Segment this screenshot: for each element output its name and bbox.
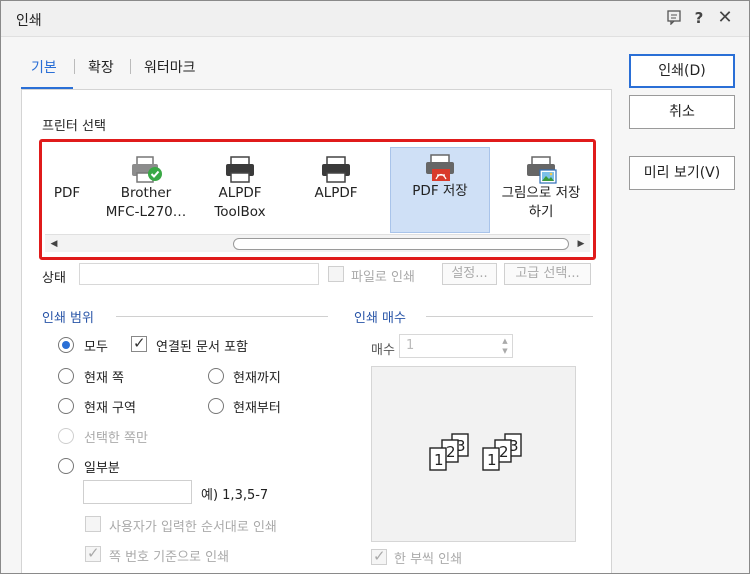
scroll-left-icon[interactable]: ◀ bbox=[45, 236, 63, 252]
section-divider bbox=[116, 316, 328, 317]
range-current-page-label: 현재 쪽 bbox=[84, 371, 125, 386]
printer-item-save-image[interactable]: 그림으로 저장 하기 bbox=[491, 150, 590, 233]
close-icon[interactable]: ✕ bbox=[716, 9, 734, 27]
svg-text:2: 2 bbox=[446, 443, 456, 461]
svg-text:2: 2 bbox=[499, 443, 509, 461]
copies-title: 인쇄 매수 bbox=[354, 311, 406, 326]
print-button[interactable]: 인쇄(D) bbox=[629, 54, 735, 88]
collate-pages-icon: 3 2 1 3 2 1 bbox=[429, 433, 522, 471]
printer-item-alpdf[interactable]: ALPDF bbox=[287, 150, 385, 233]
collate-preview: 3 2 1 3 2 1 bbox=[371, 366, 576, 542]
advanced-options-button[interactable]: 고급 선택... bbox=[504, 263, 591, 285]
settings-button[interactable]: 설정... bbox=[442, 263, 497, 285]
range-current-section-radio[interactable] bbox=[58, 398, 74, 414]
tab-separator bbox=[74, 59, 75, 74]
printer-check-icon bbox=[129, 156, 163, 183]
user-order-label: 사용자가 입력한 순서대로 인쇄 bbox=[109, 520, 277, 535]
print-dialog: 인쇄 ? ✕ 기본 확장 워터마크 프린터 선택 PDF Brother MFC… bbox=[0, 0, 750, 574]
range-partial-label: 일부분 bbox=[84, 461, 120, 476]
partial-range-input[interactable] bbox=[83, 480, 192, 504]
printer-select-label: 프린터 선택 bbox=[42, 119, 106, 134]
collate-checkbox[interactable] bbox=[371, 547, 387, 565]
printer-name: PDF bbox=[53, 185, 81, 201]
tab-watermark[interactable]: 워터마크 bbox=[144, 57, 196, 77]
range-current-page-radio[interactable] bbox=[58, 368, 74, 384]
range-up-to-current-radio[interactable] bbox=[208, 368, 224, 384]
printer-icon bbox=[223, 156, 257, 183]
printer-list[interactable]: PDF Brother MFC-L270… ALPDF ToolBox ALPD… bbox=[45, 145, 590, 233]
printer-image-icon bbox=[524, 156, 558, 184]
status-label: 상태 bbox=[42, 271, 66, 286]
range-partial-radio[interactable] bbox=[58, 458, 74, 474]
printer-icon bbox=[45, 156, 71, 182]
page-number-basis-checkbox[interactable] bbox=[85, 544, 101, 562]
svg-text:1: 1 bbox=[434, 451, 444, 469]
tab-separator bbox=[130, 59, 131, 74]
preview-button[interactable]: 미리 보기(V) bbox=[629, 156, 735, 190]
page-number-basis-label: 쪽 번호 기준으로 인쇄 bbox=[109, 550, 230, 565]
scrollbar-thumb[interactable] bbox=[233, 238, 569, 250]
tab-basic[interactable]: 기본 bbox=[31, 57, 57, 77]
print-to-file-checkbox[interactable] bbox=[328, 266, 344, 282]
title-bar: 인쇄 ? ✕ bbox=[1, 1, 749, 37]
printer-list-box[interactable]: PDF Brother MFC-L270… ALPDF ToolBox ALPD… bbox=[39, 139, 596, 260]
range-all-label: 모두 bbox=[84, 340, 108, 355]
printer-name: PDF 저장 bbox=[412, 183, 468, 199]
copies-label: 매수 bbox=[371, 343, 395, 358]
tab-extended[interactable]: 확장 bbox=[88, 57, 114, 77]
chat-icon[interactable] bbox=[665, 9, 683, 27]
include-linked-checkbox[interactable] bbox=[131, 334, 147, 352]
range-from-current-radio[interactable] bbox=[208, 398, 224, 414]
copies-spinner[interactable]: 1 ▲ ▼ bbox=[399, 334, 513, 358]
printer-name-line2: 하기 bbox=[528, 204, 554, 220]
printer-item-pdf-save[interactable]: PDF 저장 bbox=[390, 147, 490, 233]
printer-pdf-icon bbox=[423, 154, 457, 181]
range-up-to-current-label: 현재까지 bbox=[233, 371, 281, 386]
section-divider bbox=[426, 316, 593, 317]
printer-item-brother[interactable]: Brother MFC-L270… bbox=[97, 150, 195, 233]
printer-name-line2: MFC-L270… bbox=[105, 204, 187, 220]
printer-item-pdf[interactable]: PDF bbox=[45, 150, 103, 233]
range-all-radio[interactable] bbox=[58, 337, 74, 353]
printer-name: ALPDF bbox=[218, 185, 262, 201]
range-from-current-label: 현재부터 bbox=[233, 401, 281, 416]
svg-text:1: 1 bbox=[487, 451, 497, 469]
include-linked-label: 연결된 문서 포함 bbox=[156, 340, 248, 355]
range-selected-pages-label: 선택한 쪽만 bbox=[84, 431, 148, 446]
printer-list-scrollbar[interactable]: ◀ ▶ bbox=[45, 234, 590, 252]
printer-name: ALPDF bbox=[314, 185, 358, 201]
status-field bbox=[79, 263, 319, 285]
printer-icon bbox=[319, 156, 353, 183]
help-icon[interactable]: ? bbox=[690, 9, 708, 27]
printer-item-alpdf-toolbox[interactable]: ALPDF ToolBox bbox=[191, 150, 289, 233]
user-order-checkbox[interactable] bbox=[85, 516, 101, 532]
printer-name: 그림으로 저장 bbox=[501, 185, 581, 201]
printer-name-line2: ToolBox bbox=[214, 204, 266, 220]
collate-label: 한 부씩 인쇄 bbox=[394, 552, 463, 567]
scroll-right-icon[interactable]: ▶ bbox=[572, 236, 590, 252]
copies-value: 1 bbox=[406, 338, 415, 353]
print-to-file-label: 파일로 인쇄 bbox=[351, 270, 415, 285]
window-title: 인쇄 bbox=[16, 13, 42, 29]
spinner-arrows-icon[interactable]: ▲ ▼ bbox=[500, 336, 510, 356]
range-current-section-label: 현재 구역 bbox=[84, 401, 136, 416]
printer-name: Brother bbox=[120, 185, 172, 201]
range-selected-pages-radio[interactable] bbox=[58, 428, 74, 444]
range-example-label: 예) 1,3,5-7 bbox=[201, 488, 269, 503]
print-range-title: 인쇄 범위 bbox=[42, 311, 94, 326]
cancel-button[interactable]: 취소 bbox=[629, 95, 735, 129]
